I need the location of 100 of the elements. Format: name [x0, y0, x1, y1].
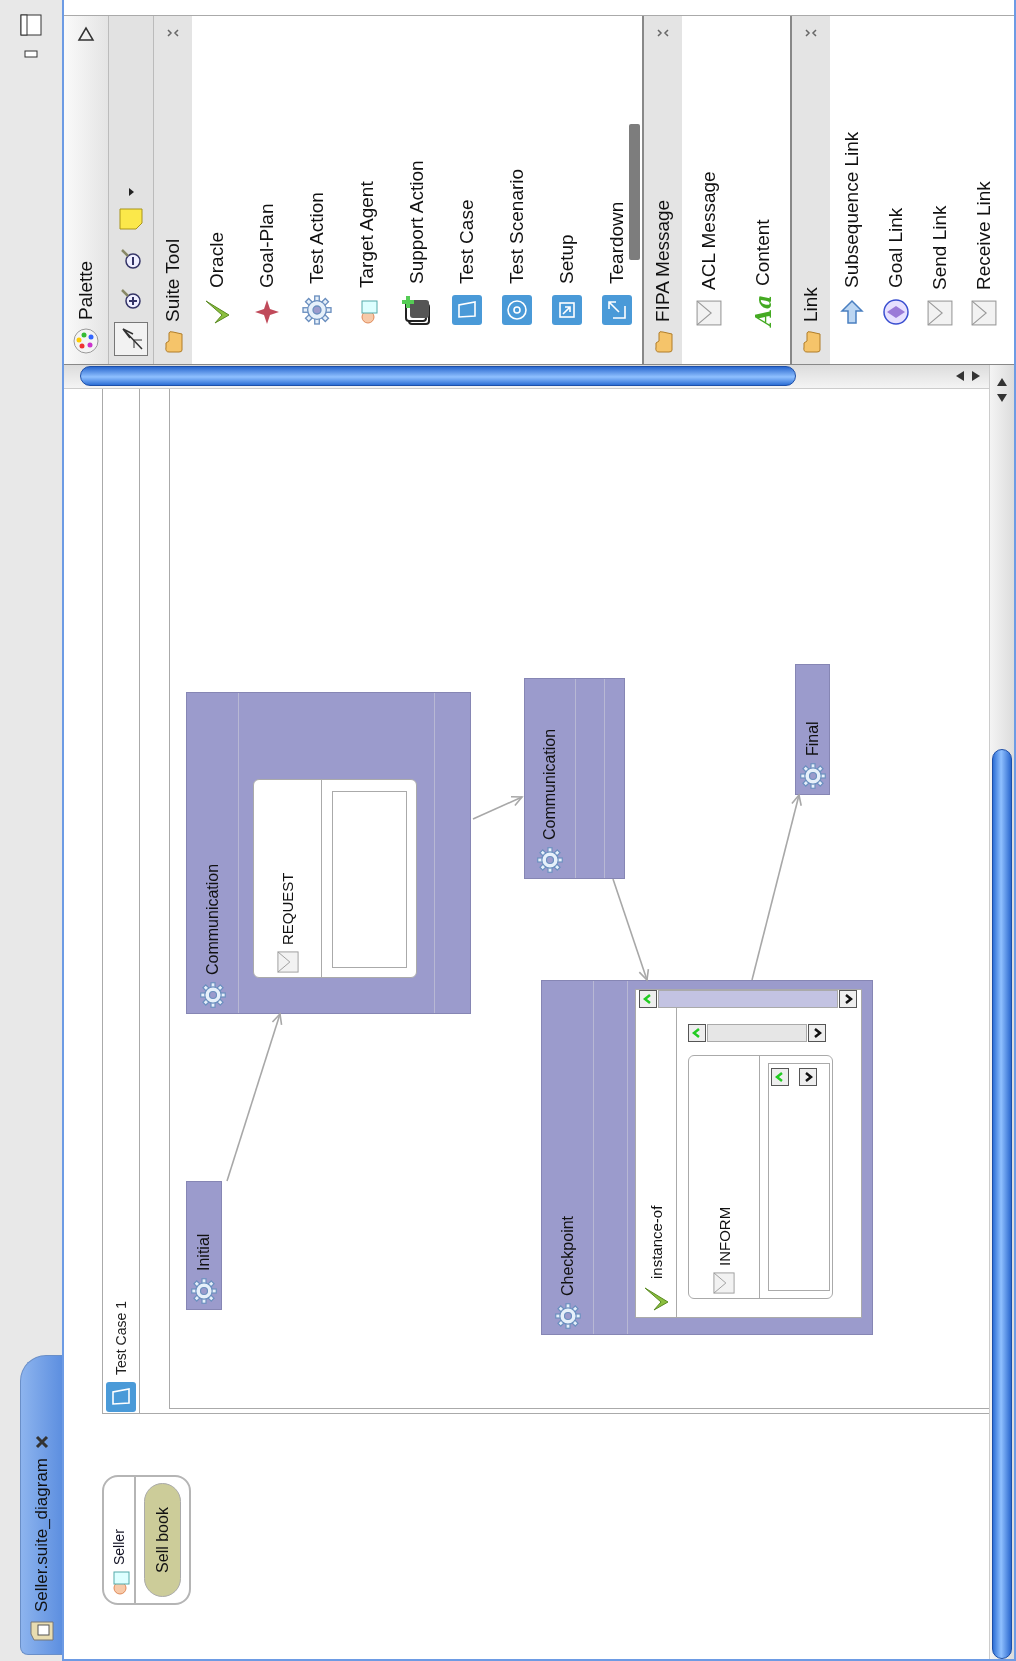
- drawer-header[interactable]: Link: [792, 16, 830, 364]
- diamond-circle-icon: [882, 298, 910, 326]
- test-case-title: Test Case 1: [113, 1301, 129, 1375]
- maximize-icon[interactable]: [20, 14, 42, 36]
- tab-title: Seller.suite_diagram: [31, 1457, 52, 1612]
- scroll-button[interactable]: [808, 1024, 826, 1042]
- palette-item[interactable]: Target Agent: [342, 16, 392, 364]
- palette-item[interactable]: Subsequence Link: [830, 16, 874, 364]
- dropdown-icon[interactable]: [127, 188, 135, 196]
- check-icon: [203, 298, 231, 326]
- node-label: Checkpoint: [558, 1215, 577, 1296]
- palette-item[interactable]: Goal Link: [874, 16, 918, 364]
- item-label: Send Link: [929, 205, 951, 290]
- node-label: Communication: [541, 728, 559, 840]
- gear-icon: [798, 762, 827, 790]
- palette-item[interactable]: Test Scenario: [492, 16, 542, 364]
- close-icon[interactable]: [33, 1433, 50, 1450]
- palette-tool[interactable]: [114, 322, 148, 356]
- connector-arrow: [472, 795, 524, 820]
- palette-item[interactable]: Teardown: [592, 16, 642, 364]
- target-icon: [501, 294, 533, 326]
- scroll-thumb[interactable]: [992, 749, 1012, 1659]
- palette-item[interactable]: Test Case: [442, 16, 492, 364]
- document-icon: [451, 294, 483, 326]
- state-node[interactable]: Checkpoint instance-of INFORM: [541, 980, 873, 1335]
- scroll-button[interactable]: [771, 1068, 789, 1086]
- collapse-icon[interactable]: [77, 26, 95, 42]
- minimize-icon[interactable]: [24, 50, 38, 58]
- item-label: Receive Link: [973, 181, 995, 290]
- item-label: Oracle: [206, 232, 228, 288]
- palette-title: Palette: [75, 260, 97, 320]
- item-label: Content: [752, 219, 774, 286]
- condition-label: instance-of: [647, 1205, 665, 1279]
- state-node[interactable]: Final: [795, 664, 830, 795]
- gear-icon: [553, 1302, 582, 1330]
- gear-icon: [198, 981, 227, 1009]
- drawer-scroll-thumb[interactable]: [629, 124, 640, 260]
- node-label: Final: [803, 721, 822, 756]
- scroll-thumb[interactable]: [80, 366, 796, 386]
- drawer-title: Suite Tool: [162, 238, 184, 322]
- arrow-icon: [838, 298, 866, 326]
- item-label: Test Action: [306, 192, 328, 284]
- item-label: Test Scenario: [506, 168, 528, 284]
- envelope-icon: [927, 300, 953, 326]
- item-label: Goal Link: [885, 207, 907, 288]
- scroll-button[interactable]: [839, 990, 857, 1008]
- horizontal-scrollbar[interactable]: [989, 365, 1014, 1659]
- envelope-icon: [713, 1272, 735, 1294]
- item-label: Goal-Plan: [256, 203, 278, 288]
- palette-icon: [73, 328, 99, 354]
- gear-icon: [190, 1277, 218, 1305]
- item-label: Support Action: [406, 160, 428, 284]
- pool-name: Seller: [111, 1529, 127, 1565]
- palette-item[interactable]: Support Action: [392, 16, 442, 364]
- palette-item[interactable]: Test Action: [292, 16, 342, 364]
- zoom-out-icon: [119, 247, 143, 271]
- note-icon: [118, 207, 144, 231]
- scroll-button[interactable]: [799, 1068, 817, 1086]
- palette-item[interactable]: Receive Link: [962, 16, 1006, 364]
- envelope-icon: [696, 300, 722, 326]
- gear-icon: [301, 294, 333, 326]
- check-icon: [642, 1285, 670, 1313]
- palette-item[interactable]: ACL Message: [682, 16, 736, 364]
- state-node[interactable]: Initial: [186, 1181, 222, 1310]
- state-node[interactable]: Communication: [524, 678, 625, 879]
- drawer-title: Link: [800, 287, 822, 322]
- message-label: INFORM: [715, 1206, 733, 1266]
- palette-item[interactable]: Setup: [542, 16, 592, 364]
- drawer-header[interactable]: Suite Tool: [154, 16, 192, 364]
- item-label: Subsequence Link: [841, 131, 863, 288]
- palette-item[interactable]: Goal-Plan: [242, 16, 292, 364]
- content-glyph: Aa: [752, 296, 774, 326]
- editor-tab[interactable]: Seller.suite_diagram: [20, 1355, 62, 1655]
- node-label: Initial: [195, 1233, 213, 1271]
- state-node[interactable]: Communication REQUEST: [186, 692, 471, 1014]
- gear-icon: [536, 846, 564, 874]
- item-label: Teardown: [606, 201, 628, 284]
- message-label: REQUEST: [279, 872, 296, 945]
- palette-item[interactable]: Aa Content: [736, 16, 790, 364]
- item-label: Setup: [556, 234, 578, 284]
- task-pill[interactable]: Sell book: [144, 1483, 181, 1597]
- arrow-in-icon: [551, 294, 583, 326]
- arrow-out-icon: [601, 294, 633, 326]
- zoom-in-icon: [119, 287, 143, 311]
- scroll-button[interactable]: [688, 1024, 706, 1042]
- item-label: ACL Message: [698, 171, 720, 290]
- scroll-button[interactable]: [639, 990, 657, 1008]
- palette-item[interactable]: Send Link: [918, 16, 962, 364]
- palette-item[interactable]: Oracle: [192, 16, 242, 364]
- stacked-squares-icon: [401, 294, 433, 326]
- envelope-icon: [276, 951, 299, 973]
- drawer-title: FIPA Message: [652, 199, 674, 322]
- file-icon: [29, 1620, 54, 1642]
- document-icon: [105, 1381, 137, 1413]
- item-label: Target Agent: [356, 181, 378, 288]
- item-label: Test Case: [456, 199, 478, 284]
- envelope-icon: [971, 300, 997, 326]
- node-label: Communication: [203, 863, 222, 975]
- vertical-scrollbar[interactable]: [64, 365, 989, 389]
- drawer-header[interactable]: FIPA Message: [644, 16, 682, 364]
